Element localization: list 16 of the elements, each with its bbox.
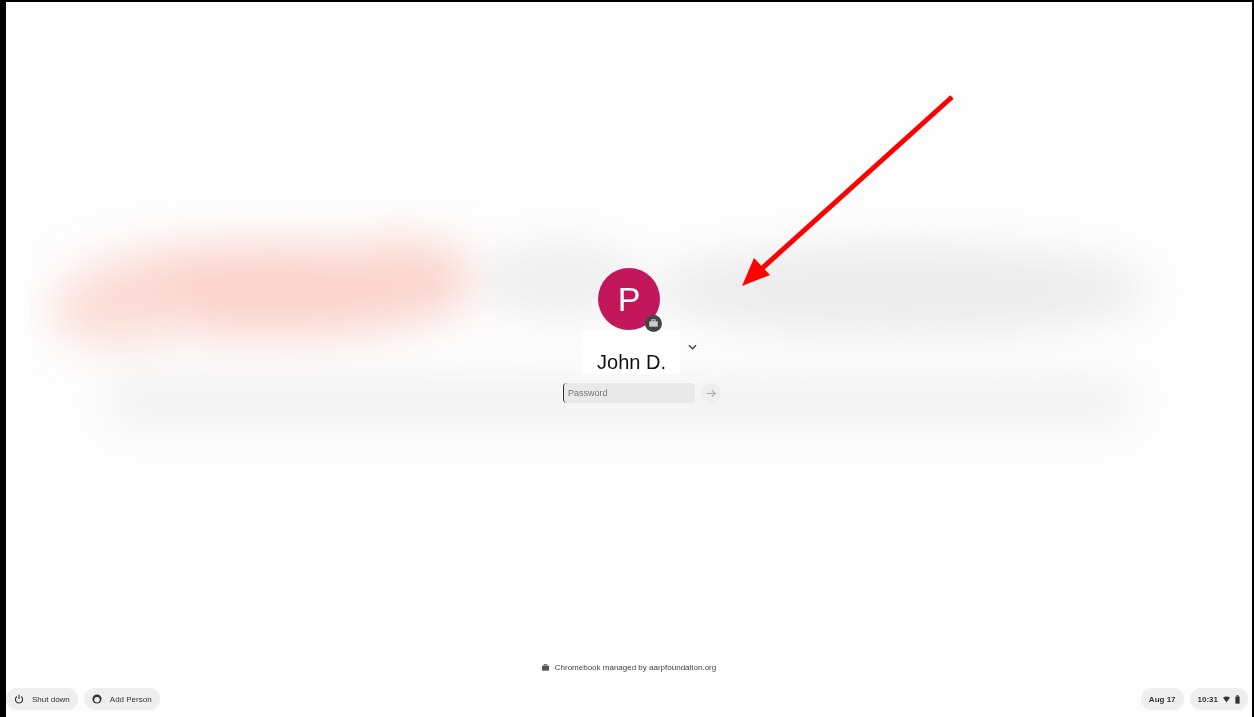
battery-icon [1235,694,1240,704]
briefcase-icon [541,664,549,671]
avatar[interactable]: P [598,268,660,330]
power-icon [14,694,24,704]
time-label: 10:31 [1197,694,1218,704]
arrow-right-icon [705,387,717,399]
date-button[interactable]: Aug 17 [1140,688,1184,710]
password-field[interactable]: Password [563,383,695,403]
face-icon [91,694,102,704]
managed-note: Chromebook managed by aarpfoundation.org [554,663,717,672]
briefcase-icon [645,315,662,332]
status-tray[interactable]: 10:31 [1189,688,1248,710]
shut-down-button[interactable]: Shut down [6,688,78,710]
wifi-icon [1223,695,1230,703]
chevron-down-icon[interactable] [687,344,697,350]
add-person-button[interactable]: Add Person [83,688,160,710]
